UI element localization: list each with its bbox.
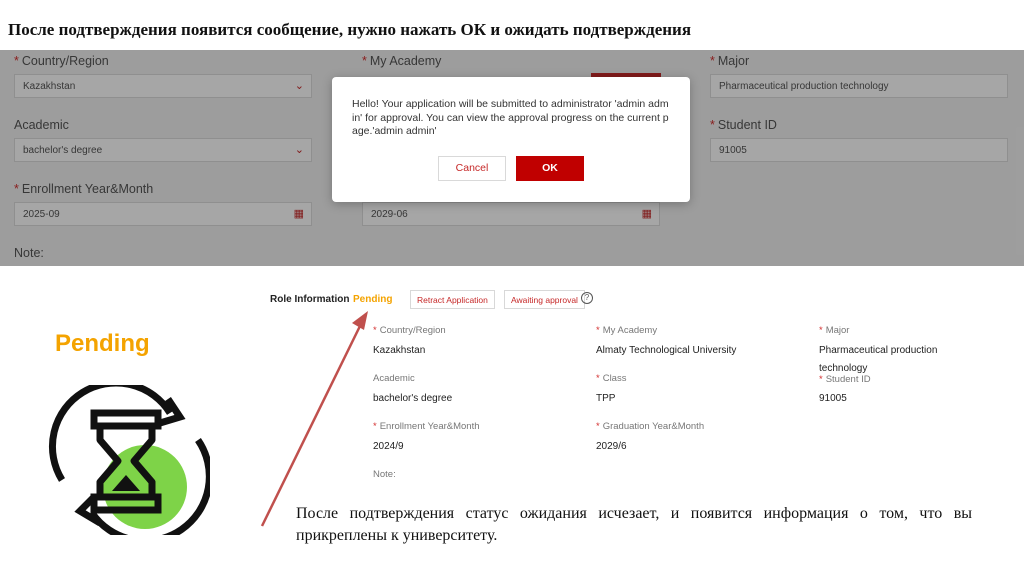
note-label: Note: <box>373 469 396 480</box>
major-label: * Major <box>819 325 850 336</box>
academy-value: Almaty Technological University <box>596 345 737 356</box>
academic-label: Academic <box>373 373 415 384</box>
confirm-dialog: Hello! Your application will be submitte… <box>332 77 690 202</box>
caption-text: После подтверждения статус ожидания исче… <box>296 505 972 544</box>
graduation-value: 2029/6 <box>596 441 627 452</box>
role-information-screenshot: Role Information Pending Retract Applica… <box>258 283 988 493</box>
student-id-label: * Student ID <box>819 374 871 385</box>
enrollment-label: * Enrollment Year&Month <box>373 421 480 432</box>
academic-value: bachelor's degree <box>373 393 453 404</box>
country-value: Kazakhstan <box>373 345 426 356</box>
cancel-button[interactable]: Cancel <box>438 156 506 181</box>
major-value-line2: technology <box>819 363 868 374</box>
major-value-line1: Pharmaceutical production <box>819 345 938 356</box>
pending-label: Pending <box>55 330 150 357</box>
ok-button[interactable]: OK <box>516 156 584 181</box>
status-badge: Pending <box>353 294 393 305</box>
class-value: TPP <box>596 393 616 404</box>
academy-label: * My Academy <box>596 325 658 336</box>
retract-application-button[interactable]: Retract Application <box>410 290 495 309</box>
awaiting-approval-button[interactable]: Awaiting approval <box>504 290 585 309</box>
role-information-title: Role Information <box>270 294 350 305</box>
hourglass-refresh-icon <box>49 385 210 535</box>
help-icon[interactable]: ? <box>581 292 593 304</box>
graduation-label: * Graduation Year&Month <box>596 421 705 432</box>
page-heading: После подтверждения появится сообщение, … <box>8 20 692 39</box>
enrollment-value: 2024/9 <box>373 441 404 452</box>
dialog-message: Hello! Your application will be submitte… <box>352 98 669 137</box>
class-label: * Class <box>596 373 627 384</box>
country-label: * Country/Region <box>373 325 446 336</box>
student-id-value: 91005 <box>819 393 847 404</box>
